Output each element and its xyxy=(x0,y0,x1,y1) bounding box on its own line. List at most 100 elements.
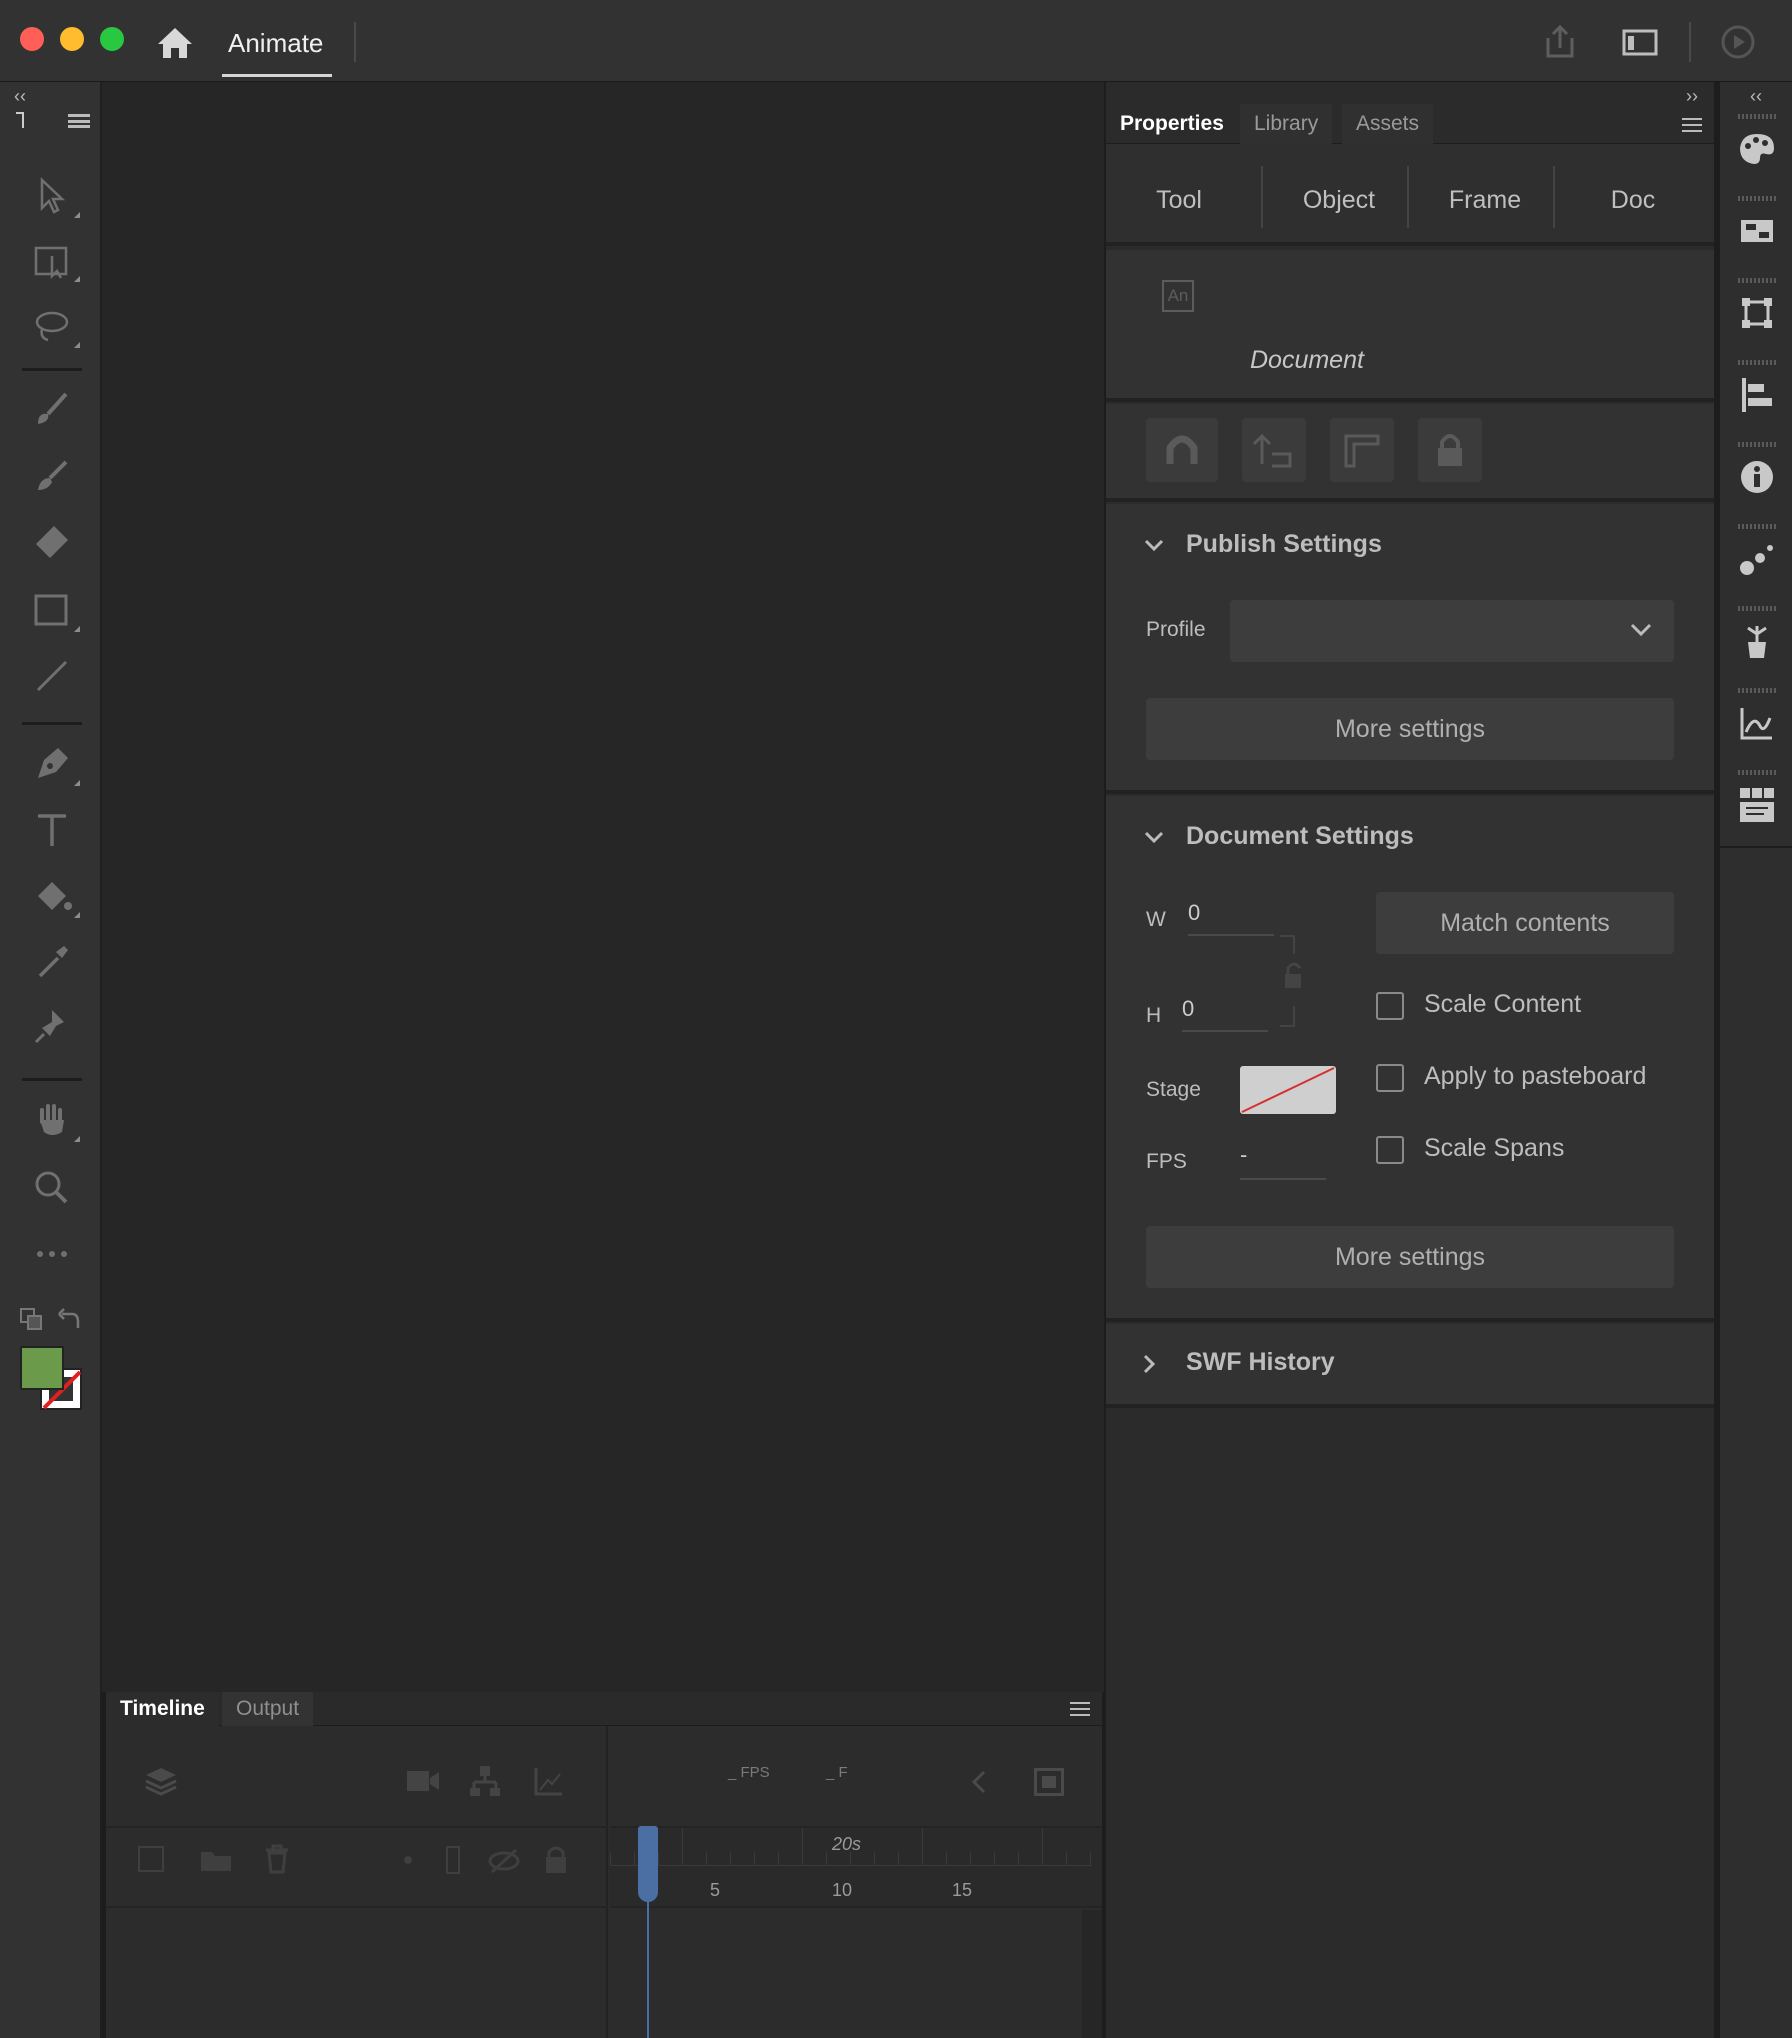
tab-output[interactable]: Output xyxy=(222,1692,314,1726)
publish-settings-title[interactable]: Publish Settings xyxy=(1186,530,1382,559)
subtab-object[interactable]: Object xyxy=(1266,186,1412,215)
code-snippets-icon[interactable] xyxy=(1738,786,1776,824)
dock-grip[interactable] xyxy=(1738,278,1776,283)
document-settings-title[interactable]: Document Settings xyxy=(1186,822,1414,851)
properties-menu-icon[interactable] xyxy=(1682,118,1702,132)
delete-layer-icon[interactable] xyxy=(264,1844,290,1874)
minimize-window-button[interactable] xyxy=(60,27,84,51)
match-contents-button[interactable]: Match contents xyxy=(1376,892,1674,954)
dock-grip[interactable] xyxy=(1738,524,1776,529)
dock-grip[interactable] xyxy=(1738,688,1776,693)
collapse-left-icon[interactable]: ‹‹ xyxy=(14,86,26,107)
lasso-icon[interactable] xyxy=(30,304,80,348)
text-icon[interactable] xyxy=(30,808,74,852)
apply-to-pasteboard-checkbox[interactable] xyxy=(1376,1064,1404,1092)
profile-dropdown[interactable] xyxy=(1230,600,1674,662)
new-folder-icon[interactable] xyxy=(200,1848,232,1872)
layer-parenting-icon[interactable] xyxy=(470,1764,500,1798)
layers-icon[interactable] xyxy=(144,1764,178,1798)
line-icon[interactable] xyxy=(30,654,74,698)
eyedropper-icon[interactable] xyxy=(30,940,74,984)
rulers-button[interactable] xyxy=(1330,418,1394,482)
scale-spans-checkbox[interactable] xyxy=(1376,1136,1404,1164)
document-more-settings-button[interactable]: More settings xyxy=(1146,1226,1674,1288)
fps-field[interactable]: - xyxy=(1240,1142,1326,1180)
hide-layer-icon[interactable] xyxy=(488,1848,520,1874)
transform-icon[interactable] xyxy=(1738,294,1776,332)
subtab-doc[interactable]: Doc xyxy=(1558,186,1708,215)
dock-grip[interactable] xyxy=(1738,442,1776,447)
motion-editor-graph-icon[interactable] xyxy=(1738,704,1776,742)
tab-library[interactable]: Library xyxy=(1240,104,1333,144)
graph-icon[interactable] xyxy=(534,1766,564,1796)
chevron-down-icon[interactable] xyxy=(1144,830,1164,844)
home-icon[interactable] xyxy=(156,26,194,60)
assets-icon[interactable] xyxy=(1738,622,1776,660)
timeline-scrollbar[interactable] xyxy=(1082,1910,1102,2038)
chevron-left-icon[interactable] xyxy=(970,1770,988,1794)
new-layer-icon[interactable] xyxy=(138,1846,164,1872)
tab-timeline[interactable]: Timeline xyxy=(106,1692,219,1726)
subtab-frame[interactable]: Frame xyxy=(1412,186,1558,215)
paint-brush-icon[interactable] xyxy=(30,388,74,432)
swatches-icon[interactable] xyxy=(1738,212,1776,250)
constrain-proportions-icon[interactable] xyxy=(1278,934,1304,1040)
timeline-menu-icon[interactable] xyxy=(1070,1702,1090,1716)
lock-layer-icon[interactable] xyxy=(544,1844,568,1874)
dock-grip[interactable] xyxy=(1738,114,1776,119)
app-title[interactable]: Animate xyxy=(228,28,323,59)
rectangle-icon[interactable] xyxy=(30,588,80,632)
stage-color-swatch[interactable] xyxy=(1240,1066,1336,1114)
zoom-window-button[interactable] xyxy=(100,27,124,51)
dock-grip[interactable] xyxy=(1738,606,1776,611)
tools-menu-icon[interactable] xyxy=(68,114,90,128)
brush-icon[interactable] xyxy=(30,454,74,498)
hand-icon[interactable] xyxy=(30,1098,80,1142)
color-icon[interactable] xyxy=(1738,130,1776,168)
motion-presets-icon[interactable] xyxy=(1738,540,1776,578)
chevron-right-icon[interactable] xyxy=(1142,1354,1156,1374)
lock-guides-button[interactable] xyxy=(1418,418,1482,482)
playhead-handle[interactable] xyxy=(638,1826,658,1902)
dock-grip[interactable] xyxy=(1738,196,1776,201)
share-icon[interactable] xyxy=(1540,22,1580,62)
subtab-tool[interactable]: Tool xyxy=(1106,186,1252,215)
chevron-down-icon[interactable] xyxy=(1144,538,1164,552)
close-window-button[interactable] xyxy=(20,27,44,51)
highlight-dot-icon[interactable] xyxy=(404,1856,412,1864)
free-transform-icon[interactable] xyxy=(30,238,80,282)
height-field[interactable]: 0 xyxy=(1182,996,1268,1032)
timeline-options-icon[interactable] xyxy=(1034,1768,1064,1796)
eraser-icon[interactable] xyxy=(30,520,74,564)
swf-history-title[interactable]: SWF History xyxy=(1186,1348,1335,1377)
scale-content-checkbox[interactable] xyxy=(1376,992,1404,1020)
snap-to-pixels-button[interactable] xyxy=(1242,418,1306,482)
tab-properties[interactable]: Properties xyxy=(1106,104,1238,144)
paint-bucket-icon[interactable] xyxy=(30,874,80,918)
info-icon[interactable] xyxy=(1738,458,1776,496)
publish-more-settings-button[interactable]: More settings xyxy=(1146,698,1674,760)
expand-dock-icon[interactable]: ‹‹ xyxy=(1750,86,1762,107)
width-field[interactable]: 0 xyxy=(1188,900,1274,936)
fill-color-swatch[interactable] xyxy=(20,1346,64,1390)
selection-icon[interactable] xyxy=(30,174,80,218)
test-movie-play-icon[interactable] xyxy=(1718,22,1758,62)
outline-icon[interactable] xyxy=(446,1846,460,1874)
zoom-icon[interactable] xyxy=(30,1166,74,1210)
workspace-layout-icon[interactable] xyxy=(1620,22,1660,62)
dock-grip[interactable] xyxy=(1738,770,1776,775)
snap-to-objects-button[interactable] xyxy=(1146,418,1218,482)
pin-icon[interactable] xyxy=(30,1004,74,1048)
align-icon[interactable] xyxy=(1738,376,1776,414)
pen-icon[interactable] xyxy=(30,742,80,786)
stage-canvas[interactable] xyxy=(102,82,1104,1692)
timeline-panel: Timeline Output _ FPS _ F 20s 5 10 15 xyxy=(106,1692,1102,2038)
frame-ruler[interactable]: 20s 5 10 15 xyxy=(610,1826,1102,1908)
panel-grip-icon[interactable] xyxy=(16,112,24,128)
dock-grip[interactable] xyxy=(1738,360,1776,365)
more-tools-icon[interactable] xyxy=(30,1232,74,1276)
swap-colors-icon[interactable] xyxy=(58,1308,80,1330)
camera-icon[interactable] xyxy=(406,1768,440,1794)
tab-assets[interactable]: Assets xyxy=(1342,104,1434,144)
default-colors-icon[interactable] xyxy=(20,1308,42,1330)
